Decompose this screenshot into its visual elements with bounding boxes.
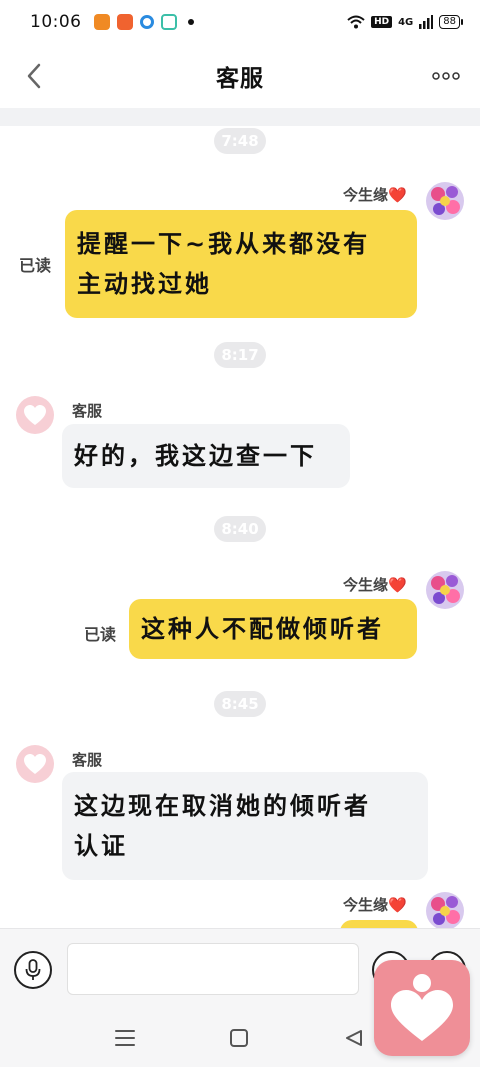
back-button[interactable] bbox=[18, 60, 50, 92]
app-notification-icon bbox=[116, 14, 133, 30]
chevron-left-icon bbox=[27, 63, 41, 89]
sender-name: 今生缘❤️ bbox=[343, 186, 407, 204]
status-bar: 10:06 HD 4G 88 bbox=[0, 0, 480, 44]
chat-top-divider bbox=[0, 108, 480, 126]
timestamp-pill: 8:17 bbox=[214, 342, 266, 368]
message-bubble-outgoing[interactable]: 这种人不配做倾听者 bbox=[129, 599, 417, 659]
sender-name: 今生缘❤️ bbox=[343, 896, 407, 914]
message-bubble-incoming[interactable]: 好的，我这边查一下 bbox=[62, 424, 350, 488]
message-line: 认证 bbox=[74, 832, 128, 860]
app-notification-icon bbox=[93, 14, 110, 30]
network-type: 4G bbox=[398, 16, 414, 28]
battery-icon: 88 bbox=[439, 15, 463, 29]
more-dots-icon bbox=[432, 72, 460, 80]
message-line: 主动找过她 bbox=[77, 270, 212, 298]
message-input[interactable] bbox=[67, 943, 359, 995]
signal-icon bbox=[419, 15, 434, 29]
microphone-icon bbox=[25, 959, 41, 980]
read-status: 已读 bbox=[84, 625, 117, 644]
menu-icon[interactable] bbox=[113, 1028, 137, 1048]
user-avatar[interactable] bbox=[426, 182, 464, 220]
app-notification-icon bbox=[160, 14, 177, 30]
user-avatar[interactable] bbox=[426, 892, 464, 928]
home-square-icon[interactable] bbox=[230, 1029, 248, 1047]
chat-header: 客服 bbox=[0, 44, 480, 108]
message-bubble-outgoing[interactable]: 提醒一下~我从来都没有 主动找过她 bbox=[65, 210, 417, 318]
sender-name: 客服 bbox=[72, 402, 103, 420]
wifi-icon bbox=[347, 15, 365, 29]
message-line: 提醒一下~我从来都没有 bbox=[77, 230, 371, 258]
triangle-back-icon[interactable] bbox=[344, 1028, 364, 1048]
flower-avatar-icon bbox=[426, 892, 464, 928]
chat-area[interactable]: 7:48 今生缘❤️ 已读 提醒一下~我从来都没有 主动找过她 8:17 客服 … bbox=[0, 108, 480, 928]
status-app-icons bbox=[93, 14, 194, 30]
flower-avatar-icon bbox=[426, 571, 464, 609]
hd-badge: HD bbox=[371, 16, 393, 28]
message-bubble-outgoing[interactable] bbox=[340, 920, 418, 928]
service-avatar[interactable] bbox=[16, 396, 54, 434]
voice-button[interactable] bbox=[14, 951, 52, 989]
page-title: 客服 bbox=[216, 66, 264, 92]
sender-name: 客服 bbox=[72, 751, 103, 769]
flower-avatar-icon bbox=[426, 182, 464, 220]
floating-heart-app[interactable] bbox=[374, 960, 470, 1056]
timestamp-pill: 7:48 bbox=[214, 128, 266, 154]
status-time: 10:06 bbox=[30, 12, 82, 32]
service-avatar[interactable] bbox=[16, 745, 54, 783]
message-line: 这边现在取消她的倾听者 bbox=[74, 792, 371, 820]
app-notification-icon bbox=[139, 15, 154, 29]
heart-icon bbox=[24, 754, 46, 774]
message-bubble-incoming[interactable]: 这边现在取消她的倾听者 认证 bbox=[62, 772, 428, 880]
read-status: 已读 bbox=[19, 256, 52, 275]
user-avatar[interactable] bbox=[426, 571, 464, 609]
status-right: HD 4G 88 bbox=[347, 15, 463, 29]
heart-icon bbox=[24, 405, 46, 425]
timestamp-pill: 8:45 bbox=[214, 691, 266, 717]
timestamp-pill: 8:40 bbox=[214, 516, 266, 542]
more-button[interactable] bbox=[430, 64, 462, 88]
more-notifications-dot bbox=[187, 19, 194, 25]
sender-name: 今生缘❤️ bbox=[343, 576, 407, 594]
heart-app-icon bbox=[391, 974, 453, 1041]
